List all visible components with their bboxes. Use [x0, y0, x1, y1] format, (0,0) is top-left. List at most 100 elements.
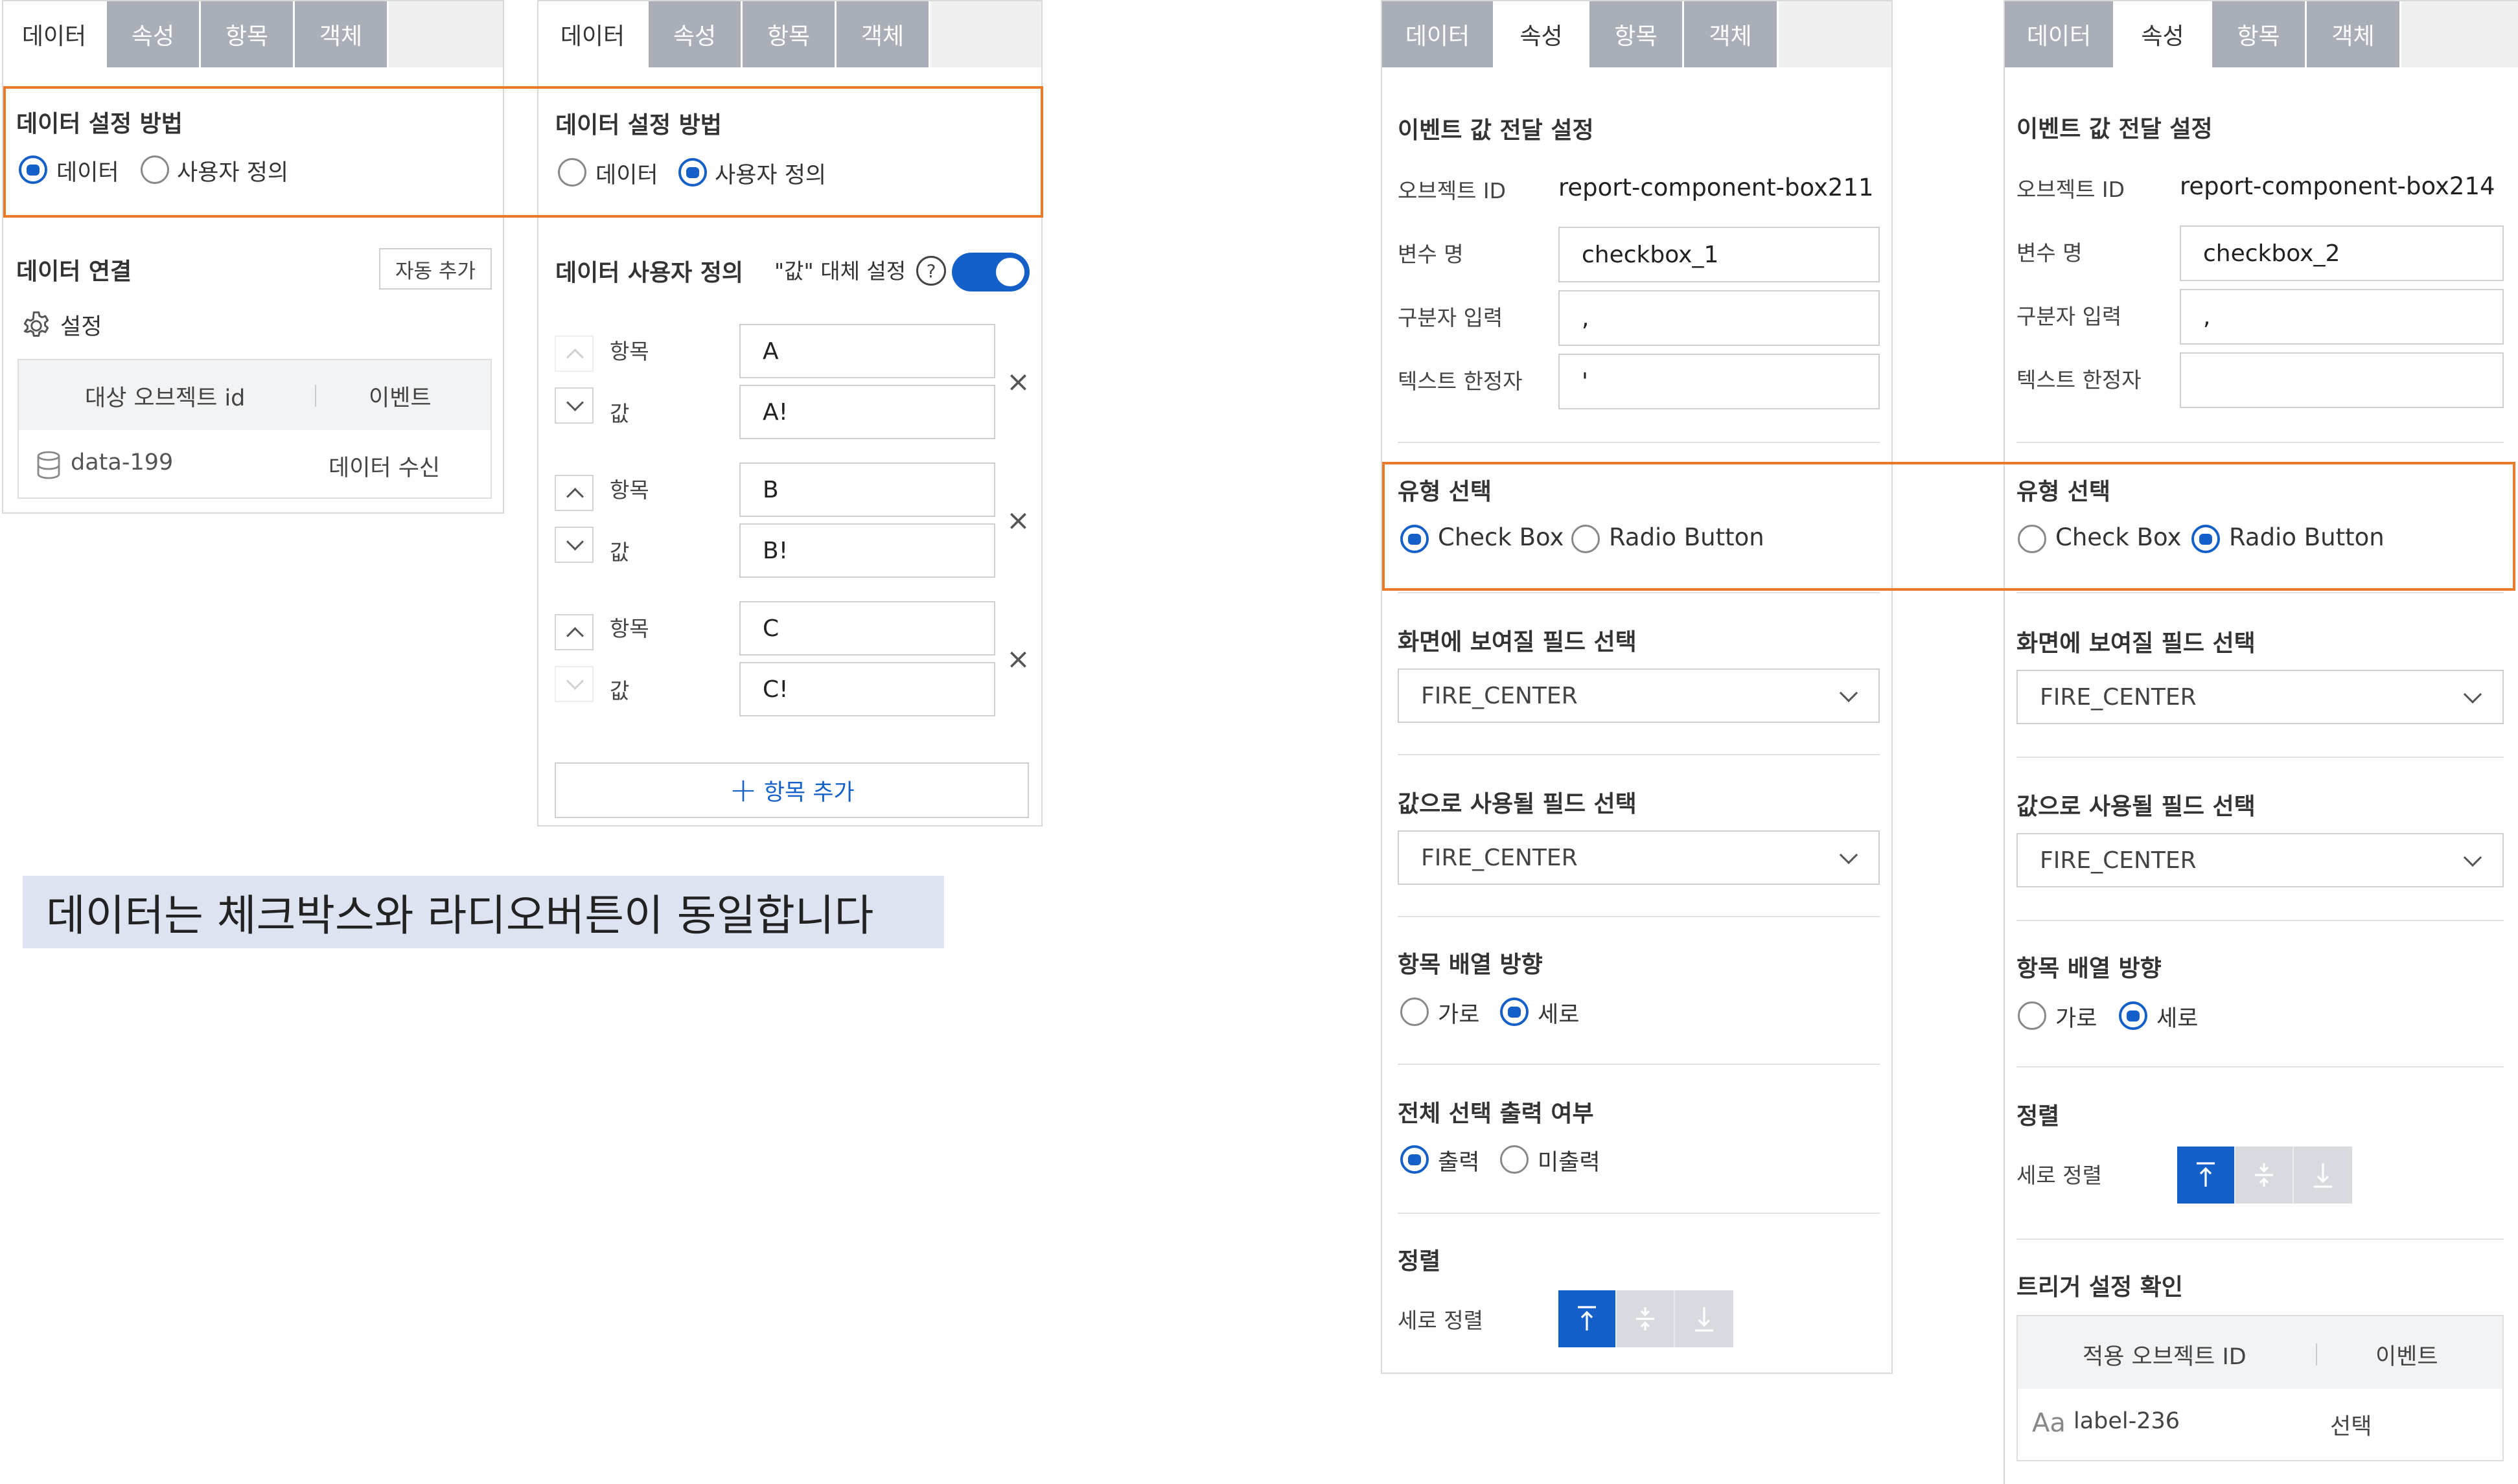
move-down-button[interactable] — [555, 527, 594, 563]
text-qualifier-input[interactable]: ' — [1558, 354, 1880, 409]
settings-label[interactable]: 설정 — [60, 308, 102, 341]
chevron-down-icon — [1839, 683, 1858, 703]
value-input[interactable]: C! — [739, 662, 995, 716]
table-row-id[interactable]: data-199 — [71, 450, 173, 475]
tab-property[interactable]: 속성 — [107, 1, 201, 67]
text-qualifier-label: 텍스트 한정자 — [2016, 367, 2142, 393]
chevron-down-icon — [2463, 685, 2482, 704]
tab-item[interactable]: 항목 — [2212, 1, 2307, 67]
align-top-button[interactable] — [2177, 1147, 2235, 1204]
tab-property[interactable]: 속성 — [649, 1, 743, 67]
add-item-button[interactable]: + 항목 추가 — [555, 762, 1029, 818]
tab-bar: 데이터 속성 항목 객체 — [538, 1, 1041, 67]
property-panel-radio: 데이터 속성 항목 객체 이벤트 값 전달 설정 오브젝트 ID report-… — [2004, 0, 2518, 1484]
help-icon[interactable]: ? — [916, 256, 946, 286]
tab-data[interactable]: 데이터 — [538, 1, 649, 67]
trigger-row-id[interactable]: label-236 — [2073, 1408, 2180, 1434]
align-middle-button[interactable] — [2235, 1147, 2294, 1204]
align-middle-button[interactable] — [1617, 1290, 1675, 1347]
move-up-button[interactable] — [555, 336, 594, 372]
divider — [2016, 592, 2504, 593]
align-bottom-button[interactable] — [2294, 1147, 2352, 1204]
value-field-select[interactable]: FIRE_CENTER — [1398, 830, 1880, 885]
select-all-title: 전체 선택 출력 여부 — [1398, 1101, 1594, 1127]
align-title: 정렬 — [2016, 1103, 2060, 1130]
event-value-title: 이벤트 값 전달 설정 — [2016, 116, 2213, 143]
move-up-button[interactable] — [555, 475, 594, 511]
radio-vertical-label: 세로 — [1538, 1002, 1580, 1028]
item-label: 항목 — [610, 616, 649, 641]
help-symbol: ? — [926, 260, 936, 282]
item-direction-title: 항목 배열 방향 — [2016, 955, 2162, 982]
item-input[interactable]: C — [739, 601, 995, 656]
vertical-align-group — [2177, 1147, 2352, 1204]
item-label: 항목 — [610, 477, 649, 503]
tab-object[interactable]: 객체 — [2307, 1, 2401, 67]
table-row-event: 데이터 수신 — [329, 455, 441, 481]
display-field-select[interactable]: FIRE_CENTER — [1398, 668, 1880, 723]
remove-item-icon[interactable]: × — [1006, 368, 1030, 396]
tab-object[interactable]: 객체 — [295, 1, 389, 67]
tab-property[interactable]: 속성 — [1495, 1, 1589, 67]
align-top-icon — [2197, 1162, 2215, 1187]
item-input[interactable]: A — [739, 324, 995, 378]
align-bottom-button[interactable] — [1675, 1290, 1733, 1347]
separator-input[interactable]: , — [2180, 289, 2504, 345]
vertical-align-label: 세로 정렬 — [2016, 1163, 2102, 1188]
move-down-button[interactable] — [555, 666, 594, 702]
move-down-button[interactable] — [555, 387, 594, 424]
auto-add-button[interactable]: 자동 추가 — [379, 248, 492, 290]
radio-no-output[interactable] — [1500, 1145, 1529, 1174]
tab-object[interactable]: 객체 — [837, 1, 930, 67]
variable-name-input[interactable]: checkbox_1 — [1558, 227, 1880, 282]
object-id-value: report-component-box211 — [1558, 174, 1874, 201]
align-bottom-icon — [1695, 1307, 1713, 1332]
data-link-title: 데이터 연결 — [16, 258, 132, 285]
display-field-select[interactable]: FIRE_CENTER — [2016, 670, 2504, 724]
trigger-row-event: 선택 — [2330, 1414, 2372, 1440]
tab-object[interactable]: 객체 — [1684, 1, 1779, 67]
remove-item-icon[interactable]: × — [1006, 507, 1030, 535]
separator-label: 구분자 입력 — [1398, 305, 1503, 330]
tab-item[interactable]: 항목 — [1589, 1, 1684, 67]
separator-input[interactable]: , — [1558, 290, 1880, 346]
move-up-button[interactable] — [555, 614, 594, 650]
display-field-title: 화면에 보여질 필드 선택 — [2016, 630, 2256, 657]
replace-setting-label: "값" 대체 설정 — [774, 258, 907, 284]
value-field-value: FIRE_CENTER — [2040, 847, 2197, 874]
value-input[interactable]: A! — [739, 385, 995, 439]
tab-property[interactable]: 속성 — [2115, 1, 2212, 67]
tab-bar: 데이터 속성 항목 객체 — [2005, 1, 2518, 67]
radio-vertical[interactable] — [2119, 1001, 2147, 1030]
item-direction-title: 항목 배열 방향 — [1398, 952, 1543, 978]
divider — [2016, 1066, 2504, 1067]
tab-bar: 데이터 속성 항목 객체 — [1382, 1, 1891, 67]
remove-item-icon[interactable]: × — [1006, 645, 1030, 674]
tab-item[interactable]: 항목 — [201, 1, 295, 67]
value-field-title: 값으로 사용될 필드 선택 — [1398, 791, 1637, 817]
replace-toggle[interactable] — [952, 253, 1030, 291]
radio-output[interactable] — [1400, 1145, 1429, 1174]
align-title: 정렬 — [1398, 1248, 1441, 1275]
value-input[interactable]: B! — [739, 523, 995, 578]
radio-horizontal[interactable] — [1400, 998, 1429, 1026]
toggle-knob — [996, 258, 1024, 286]
radio-vertical[interactable] — [1500, 998, 1529, 1026]
align-top-button[interactable] — [1558, 1290, 1617, 1347]
tab-data[interactable]: 데이터 — [1382, 1, 1495, 67]
caption: 데이터는 체크박스와 라디오버튼이 동일합니다 — [23, 876, 944, 948]
variable-name-input[interactable]: checkbox_2 — [2180, 225, 2504, 281]
chevron-down-icon — [2463, 848, 2482, 867]
radio-horizontal[interactable] — [2018, 1001, 2046, 1030]
gear-icon[interactable] — [20, 310, 52, 342]
text-qualifier-input[interactable] — [2180, 352, 2504, 408]
radio-horizontal-label: 가로 — [2055, 1006, 2097, 1032]
chevron-down-icon — [1839, 845, 1858, 865]
value-field-select[interactable]: FIRE_CENTER — [2016, 833, 2504, 887]
tab-data[interactable]: 데이터 — [2005, 1, 2115, 67]
display-field-value: FIRE_CENTER — [1421, 682, 1578, 709]
auto-add-label: 자동 추가 — [395, 259, 476, 283]
tab-data[interactable]: 데이터 — [3, 1, 107, 67]
tab-item[interactable]: 항목 — [743, 1, 837, 67]
item-input[interactable]: B — [739, 462, 995, 517]
